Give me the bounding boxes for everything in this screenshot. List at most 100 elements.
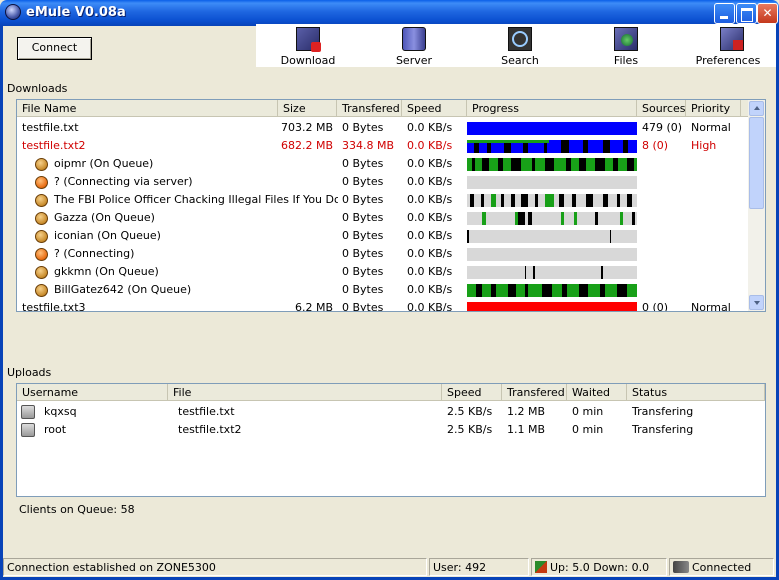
download-source-row[interactable]: BillGatez642 (On Queue) 0 Bytes 0.0 KB/s	[17, 281, 750, 299]
window-title: eMule V0.08a	[26, 5, 126, 20]
col-speed[interactable]: Speed	[402, 100, 467, 117]
col-waited[interactable]: Waited	[567, 384, 627, 401]
upload-status: Transfering	[632, 405, 694, 418]
upload-status: Transfering	[632, 423, 694, 436]
downloads-list[interactable]: File Name Size Transfered Speed Progress…	[16, 99, 766, 312]
progress-chunk	[467, 212, 637, 225]
download-file-row[interactable]: testfile.txt3 6.2 MB 0 Bytes 0.0 KB/s 0 (0) N…	[17, 299, 750, 312]
toolbar-server-button[interactable]: Server	[362, 24, 466, 67]
scroll-down-button[interactable]	[749, 295, 764, 310]
progress-chunk	[626, 194, 632, 207]
uploads-header: Username File Speed Transfered Waited St…	[17, 384, 765, 401]
col-priority[interactable]: Priority	[686, 100, 741, 117]
speed-value: 0.0 KB/s	[407, 247, 453, 260]
progress-bar	[467, 122, 637, 135]
progress-chunk	[574, 212, 578, 225]
speed-value: 0.0 KB/s	[407, 265, 453, 278]
download-source-row[interactable]: The FBI Police Officer Chacking Illegal …	[17, 191, 750, 209]
progress-chunk	[467, 266, 637, 279]
upload-transfered: 1.2 MB	[507, 405, 546, 418]
progress-chunk	[603, 140, 610, 153]
close-button[interactable]: ✕	[757, 3, 778, 24]
uploads-list[interactable]: Username File Speed Transfered Waited St…	[16, 383, 766, 497]
col-size[interactable]: Size	[278, 100, 337, 117]
connect-button[interactable]: Connect	[17, 37, 92, 60]
clients-on-queue: Clients on Queue: 58	[19, 503, 135, 516]
file-name: testfile.txt3	[22, 301, 86, 312]
status-updown: Up: 5.0 Down: 0.0	[531, 558, 667, 576]
col-progress[interactable]: Progress	[467, 100, 637, 117]
progress-chunk	[623, 140, 629, 153]
download-source-row[interactable]: gkkmn (On Queue) 0 Bytes 0.0 KB/s	[17, 263, 750, 281]
server-icon	[402, 27, 426, 51]
source-name: The FBI Police Officer Chacking Illegal …	[54, 193, 338, 206]
speed-value: 0.0 KB/s	[407, 157, 453, 170]
progress-chunk	[579, 158, 586, 171]
progress-chunk	[579, 284, 588, 297]
queued-user-icon	[35, 284, 48, 297]
progress-bar	[467, 230, 637, 243]
col-file-name[interactable]: File Name	[17, 100, 278, 117]
download-file-row[interactable]: testfile.txt2 682.2 MB 334.8 MB 0.0 KB/s 8 (…	[17, 137, 750, 155]
col-sources[interactable]: Sources	[637, 100, 686, 117]
download-file-row[interactable]: testfile.txt 703.2 MB 0 Bytes 0.0 KB/s 479 (…	[17, 119, 750, 137]
title-bar[interactable]: eMule V0.08a ✕	[0, 0, 779, 26]
col-status[interactable]: Status	[627, 384, 765, 401]
toolbar-files-button[interactable]: Files	[574, 24, 678, 67]
downloads-rows: testfile.txt 703.2 MB 0 Bytes 0.0 KB/s 479 (…	[17, 119, 750, 312]
upload-transfered: 1.1 MB	[507, 423, 546, 436]
progress-chunk	[601, 266, 603, 279]
toolbar-preferences-label: Preferences	[695, 54, 761, 67]
upload-row[interactable]: root testfile.txt2 2.5 KB/s 1.1 MB 0 min Tran…	[17, 421, 765, 439]
download-source-row[interactable]: oipmr (On Queue) 0 Bytes 0.0 KB/s	[17, 155, 750, 173]
maximize-button[interactable]	[736, 3, 757, 24]
file-name: testfile.txt	[22, 121, 79, 134]
username: root	[44, 423, 67, 436]
download-source-row[interactable]: iconian (On Queue) 0 Bytes 0.0 KB/s	[17, 227, 750, 245]
queued-user-icon	[35, 230, 48, 243]
progress-chunk	[482, 212, 486, 225]
progress-chunk	[467, 248, 637, 261]
transfered-value: 0 Bytes	[342, 157, 384, 170]
progress-chunk	[616, 284, 627, 297]
upload-row[interactable]: kqxsq testfile.txt 2.5 KB/s 1.2 MB 0 min Tran…	[17, 403, 765, 421]
progress-chunk	[467, 122, 637, 135]
progress-chunk	[482, 158, 490, 171]
progress-chunk	[594, 212, 598, 225]
client-icon	[21, 423, 35, 437]
progress-chunk	[518, 212, 525, 225]
toolbar-search-button[interactable]: Search	[468, 24, 572, 67]
download-source-row[interactable]: ? (Connecting via server) 0 Bytes 0.0 KB/s	[17, 173, 750, 191]
progress-chunk	[475, 284, 483, 297]
emule-app-icon[interactable]	[5, 4, 21, 20]
download-source-row[interactable]: Gazza (On Queue) 0 Bytes 0.0 KB/s	[17, 209, 750, 227]
scroll-thumb[interactable]	[749, 117, 764, 209]
priority-value: High	[691, 139, 717, 152]
downloads-label: Downloads	[7, 82, 68, 95]
file-size: 703.2 MB	[280, 121, 333, 134]
status-connection: Connection established on ZONE5300	[3, 558, 427, 576]
progress-chunk	[524, 266, 527, 279]
upload-speed: 2.5 KB/s	[447, 423, 493, 436]
scroll-up-button[interactable]	[749, 101, 764, 116]
progress-chunk	[620, 212, 624, 225]
queued-user-icon	[35, 194, 48, 207]
progress-chunk	[560, 212, 564, 225]
sources-value: 479 (0)	[642, 121, 683, 134]
col-file[interactable]: File	[168, 384, 442, 401]
minimize-button[interactable]	[714, 3, 735, 24]
col-upload-speed[interactable]: Speed	[442, 384, 502, 401]
toolbar-download-button[interactable]: Download	[256, 24, 360, 67]
file-size: 6.2 MB	[294, 301, 333, 312]
col-username[interactable]: Username	[17, 384, 168, 401]
col-transfered[interactable]: Transfered	[337, 100, 402, 117]
progress-chunk	[599, 284, 605, 297]
speed-value: 0.0 KB/s	[407, 121, 453, 134]
progress-chunk	[616, 194, 620, 207]
progress-chunk	[528, 212, 532, 225]
toolbar-preferences-button[interactable]: Preferences	[680, 24, 776, 67]
progress-chunk	[490, 284, 496, 297]
downloads-scrollbar[interactable]	[748, 100, 765, 311]
download-source-row[interactable]: ? (Connecting) 0 Bytes 0.0 KB/s	[17, 245, 750, 263]
col-upload-transfered[interactable]: Transfered	[502, 384, 567, 401]
